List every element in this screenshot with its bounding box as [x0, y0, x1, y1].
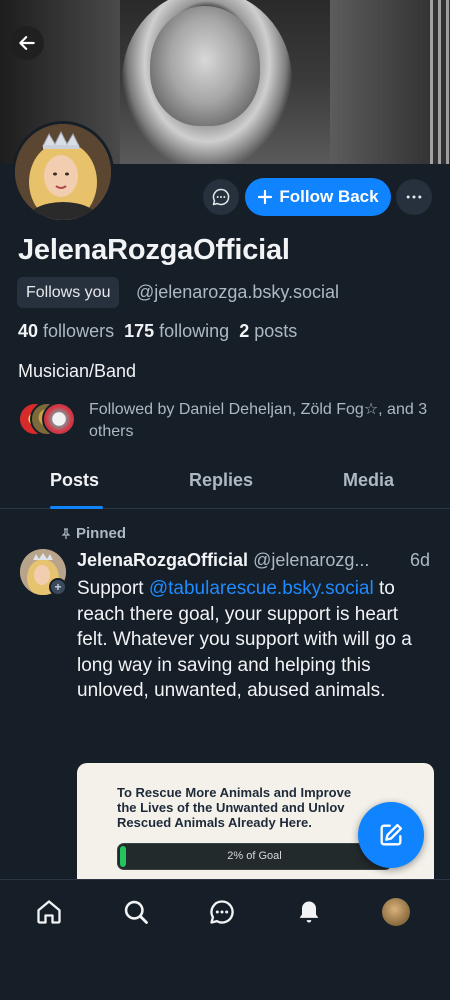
compose-button[interactable] [358, 802, 424, 868]
more-options-button[interactable] [396, 179, 432, 215]
followed-by-text[interactable]: Followed by Daniel Deheljan, Zöld Fog☆, … [89, 399, 434, 443]
pinned-text: Pinned [76, 525, 127, 542]
nav-home[interactable] [31, 894, 67, 930]
compose-icon [380, 823, 403, 846]
nav-notifications[interactable] [291, 894, 327, 930]
following-label: following [159, 321, 230, 341]
post-header: JelenaRozgaOfficial @jelenarozg... [77, 550, 369, 571]
profile-bio: Musician/Band [18, 361, 137, 381]
follow-back-button[interactable]: Follow Back [245, 178, 391, 216]
arrow-left-icon [19, 36, 35, 50]
bell-icon [299, 901, 319, 923]
post-author-name[interactable]: JelenaRozgaOfficial [77, 550, 248, 570]
post-text-start: Support [77, 578, 149, 599]
follows-you-badge: Follows you [17, 277, 120, 308]
display-name: JelenaRozgaOfficial [18, 234, 290, 266]
pinned-label: Pinned [60, 525, 126, 542]
post-text: Support @tabularescue.bsky.social to rea… [77, 576, 427, 704]
followers-link[interactable]: 40 followers [18, 321, 114, 341]
embed-headline-line: To Rescue More Animals and Improve [117, 785, 352, 800]
home-icon [37, 900, 61, 924]
embed-headline-line: Rescued Animals Already Here. [117, 815, 312, 830]
post-timestamp[interactable]: 6d [410, 550, 430, 571]
bottom-nav [0, 879, 450, 1000]
banner-stripes [430, 0, 450, 164]
followed-by-avatars[interactable] [18, 402, 78, 438]
profile-avatar[interactable] [12, 121, 114, 223]
nav-messages[interactable] [204, 894, 240, 930]
profile-tabs: Posts Replies Media [0, 462, 450, 509]
follower-avatar [42, 402, 76, 436]
back-button[interactable] [10, 26, 44, 60]
followers-count: 40 [18, 321, 39, 341]
banner-face-shape [150, 6, 260, 126]
mention-link[interactable]: @tabularescue.bsky.social [149, 578, 374, 599]
embed-headline-line: the Lives of the Unwanted and Unlov [117, 800, 345, 815]
chat-bubble-icon [210, 900, 234, 924]
posts-stat: 2 posts [239, 321, 297, 341]
ellipsis-icon [406, 195, 422, 199]
active-tab-indicator [50, 506, 103, 509]
posts-label: posts [254, 321, 298, 341]
posts-count: 2 [239, 321, 250, 341]
following-link[interactable]: 175 following [124, 321, 229, 341]
profile-stats: 40 followers 175 following 2 posts [18, 321, 297, 342]
goal-progress-label: 2% of Goal [227, 850, 282, 862]
nav-search[interactable] [118, 894, 154, 930]
profile-avatar-image [15, 124, 111, 220]
embed-headline: To Rescue More Animals and Improve the L… [117, 785, 397, 830]
tab-posts[interactable]: Posts [50, 470, 99, 491]
following-count: 175 [124, 321, 155, 341]
tab-media[interactable]: Media [343, 470, 394, 491]
post-author-handle[interactable]: @jelenarozg... [253, 550, 369, 570]
follow-back-label: Follow Back [279, 187, 379, 206]
followers-label: followers [43, 321, 115, 341]
plus-icon [258, 189, 273, 205]
profile-handle: @jelenarozga.bsky.social [136, 282, 340, 302]
follow-author-badge[interactable]: + [49, 578, 67, 596]
nav-profile[interactable] [378, 894, 414, 930]
search-icon [124, 900, 148, 924]
tab-replies[interactable]: Replies [189, 470, 253, 491]
goal-progress-bar: 2% of Goal [117, 843, 392, 870]
message-button[interactable] [203, 179, 239, 215]
chat-bubble-icon [212, 188, 230, 206]
avatar [382, 898, 410, 926]
pin-icon [61, 527, 71, 539]
